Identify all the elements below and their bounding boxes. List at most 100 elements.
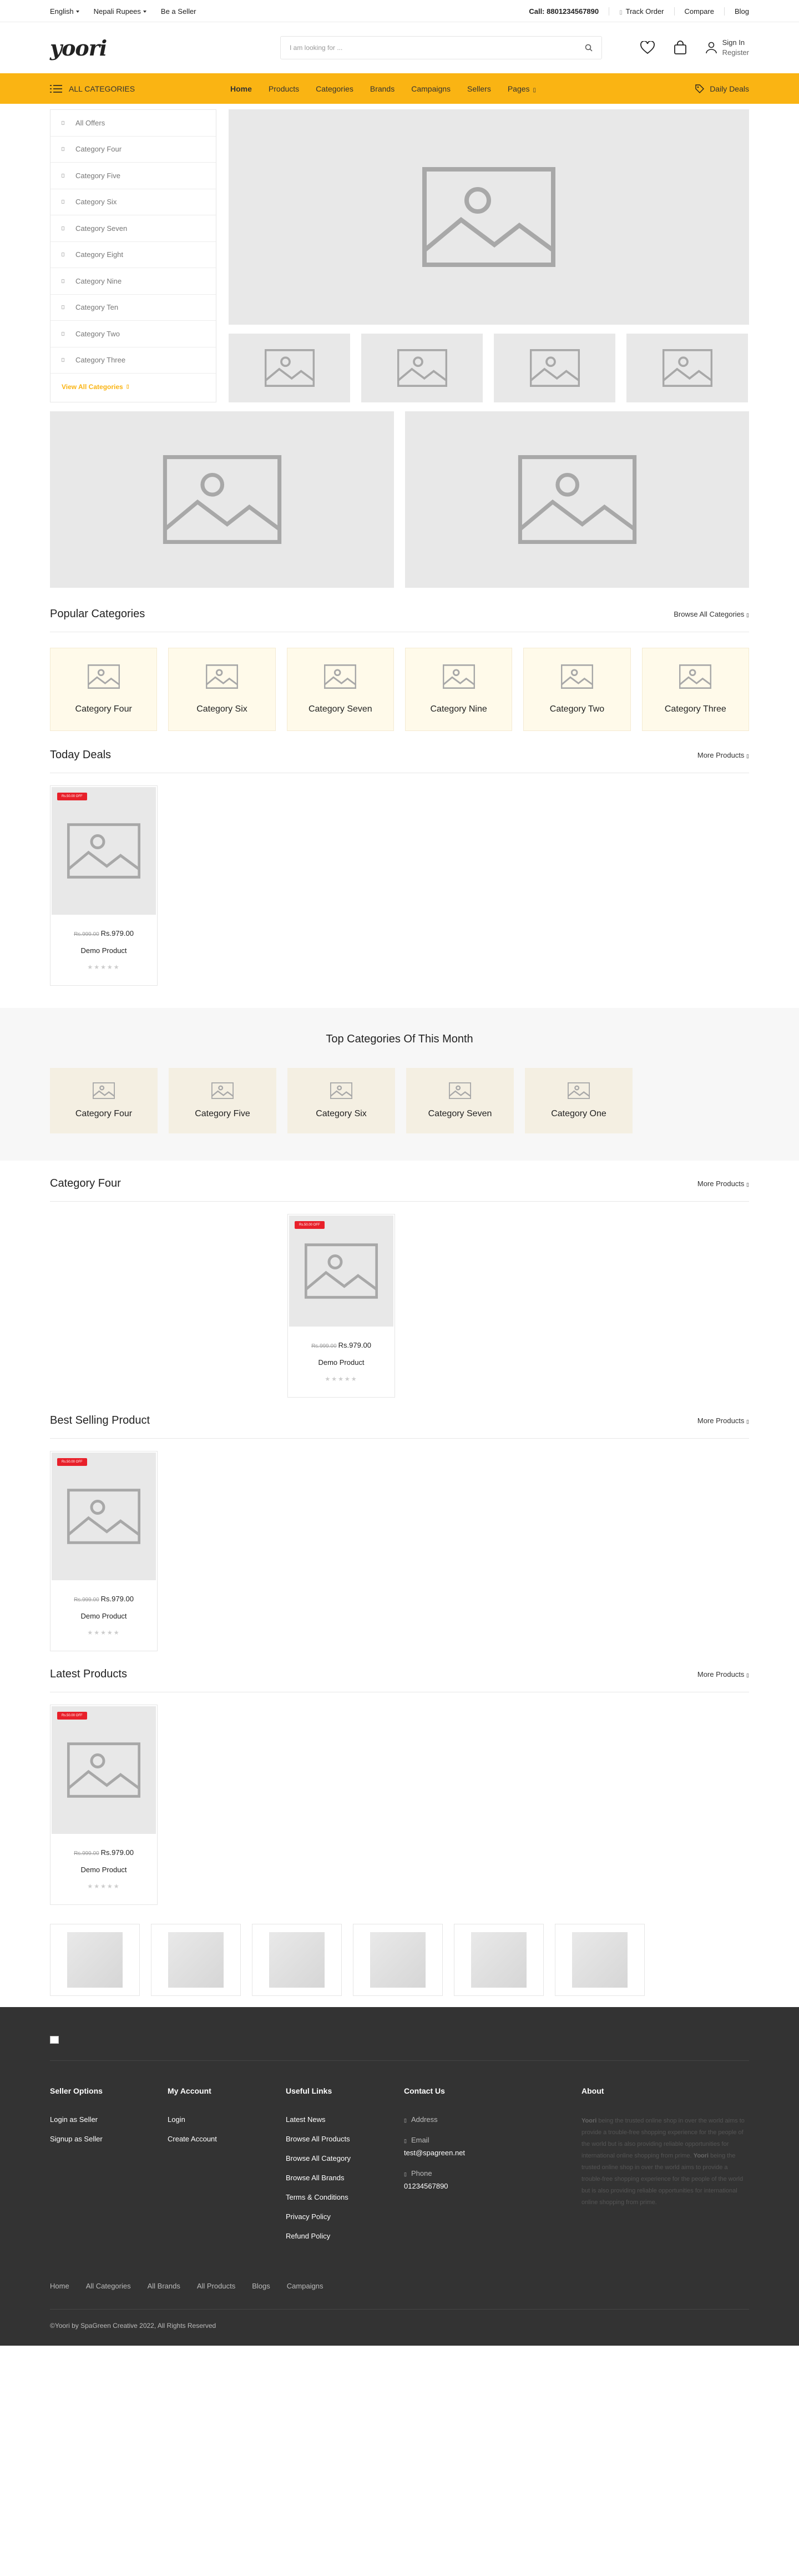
more-products-link[interactable]: More Products ▯ <box>697 1670 749 1678</box>
category-card[interactable]: Category Two <box>523 648 631 731</box>
copyright-text: ©Yoori by SpaGreen Creative 2022, All Ri… <box>50 2309 749 2330</box>
sidebar-item-category-nine[interactable]: Category Nine <box>50 268 216 295</box>
hero-slider-image[interactable] <box>229 109 749 325</box>
brand-logo[interactable] <box>555 1924 645 1996</box>
footer-nav-campaigns[interactable]: Campaigns <box>287 2282 323 2290</box>
footer-link[interactable]: Refund Policy <box>286 2232 404 2240</box>
currency-select[interactable]: Nepali Rupees <box>94 7 146 16</box>
sidebar-item-category-ten[interactable]: Category Ten <box>50 295 216 321</box>
category-card[interactable]: Category Seven <box>286 648 394 731</box>
brand-logo[interactable] <box>353 1924 443 1996</box>
site-logo[interactable]: yoori <box>50 36 227 61</box>
footer-nav-all-products[interactable]: All Products <box>197 2282 235 2290</box>
sidebar-item-all-offers[interactable]: All Offers <box>50 110 216 137</box>
sidebar-item-category-four[interactable]: Category Four <box>50 137 216 163</box>
product-name[interactable]: Demo Product <box>52 1866 156 1874</box>
search-input[interactable]: I am looking for ... <box>280 36 602 59</box>
footer-link[interactable]: Latest News <box>286 2115 404 2124</box>
nav-products[interactable]: Products <box>269 84 299 93</box>
top-category-card[interactable]: Category One <box>525 1068 633 1133</box>
footer-link[interactable]: Login <box>168 2115 286 2124</box>
language-select[interactable]: English <box>50 7 79 16</box>
register-link[interactable]: Register <box>722 48 749 58</box>
product-image[interactable]: Rs.50.00 OFF <box>52 787 156 915</box>
footer-nav-all-categories[interactable]: All Categories <box>86 2282 131 2290</box>
hero-thumbnail[interactable] <box>361 334 483 402</box>
promo-banner[interactable] <box>50 411 394 588</box>
product-name[interactable]: Demo Product <box>52 1612 156 1620</box>
nav-pages[interactable]: Pages ▯ <box>508 84 536 93</box>
footer-nav-home[interactable]: Home <box>50 2282 69 2290</box>
category-card[interactable]: Category Four <box>50 648 158 731</box>
sidebar-item-category-five[interactable]: Category Five <box>50 163 216 189</box>
all-categories-toggle[interactable]: ALL CATEGORIES <box>50 84 227 93</box>
footer-link[interactable]: Browse All Brands <box>286 2174 404 2182</box>
menu-list-icon <box>50 84 62 93</box>
sidebar-item-category-eight[interactable]: Category Eight <box>50 242 216 268</box>
product-name[interactable]: Demo Product <box>52 946 156 955</box>
footer-link[interactable]: Privacy Policy <box>286 2212 404 2221</box>
footer-nav-all-brands[interactable]: All Brands <box>148 2282 180 2290</box>
product-image[interactable]: Rs.50.00 OFF <box>289 1216 393 1327</box>
sign-in-link[interactable]: Sign In <box>722 38 749 48</box>
nav-home[interactable]: Home <box>230 84 252 93</box>
wishlist-heart-icon[interactable] <box>640 41 655 54</box>
brand-logo[interactable] <box>252 1924 342 1996</box>
category-card[interactable]: Category Three <box>641 648 749 731</box>
product-name[interactable]: Demo Product <box>289 1358 393 1367</box>
footer-link[interactable]: Create Account <box>168 2135 286 2143</box>
footer-link[interactable]: Browse All Category <box>286 2154 404 2162</box>
sidebar-item-category-six[interactable]: Category Six <box>50 189 216 215</box>
promo-banner[interactable] <box>405 411 749 588</box>
product-image[interactable]: Rs.50.00 OFF <box>52 1453 156 1580</box>
phone-value[interactable]: 01234567890 <box>404 2182 581 2190</box>
product-image[interactable]: Rs.50.00 OFF <box>52 1706 156 1834</box>
hero-thumbnail[interactable] <box>494 334 615 402</box>
hero-thumbnail[interactable] <box>626 334 748 402</box>
category-icon <box>62 279 64 283</box>
top-category-card[interactable]: Category Four <box>50 1068 158 1133</box>
hero-thumbnail[interactable] <box>229 334 350 402</box>
current-price: Rs.979.00 <box>100 1848 134 1857</box>
more-products-link[interactable]: More Products ▯ <box>697 751 749 759</box>
browse-all-categories-link[interactable]: Browse All Categories ▯ <box>674 610 749 618</box>
footer-link[interactable]: Login as Seller <box>50 2115 168 2124</box>
brand-logo[interactable] <box>454 1924 544 1996</box>
category-card[interactable]: Category Six <box>168 648 276 731</box>
sidebar-item-category-seven[interactable]: Category Seven <box>50 215 216 242</box>
nav-sellers[interactable]: Sellers <box>467 84 491 93</box>
nav-brands[interactable]: Brands <box>370 84 395 93</box>
more-products-label: More Products <box>697 1179 745 1188</box>
category-card[interactable]: Category Nine <box>404 648 513 731</box>
compare-link[interactable]: Compare <box>674 7 724 16</box>
email-value[interactable]: test@spagreen.net <box>404 2149 581 2157</box>
footer-nav-blogs[interactable]: Blogs <box>252 2282 270 2290</box>
footer-link[interactable]: Signup as Seller <box>50 2135 168 2143</box>
nav-categories[interactable]: Categories <box>316 84 353 93</box>
sidebar-item-category-three[interactable]: Category Three <box>50 347 216 374</box>
track-order-link[interactable]: ▯ Track Order <box>609 7 674 16</box>
product-card[interactable]: Rs.50.00 OFF Rs.999.00 Rs.979.00 Demo Pro… <box>287 1214 395 1398</box>
footer-link[interactable]: Browse All Products <box>286 2135 404 2143</box>
brand-logo[interactable] <box>151 1924 241 1996</box>
brand-logo[interactable] <box>50 1924 140 1996</box>
cart-bag-icon[interactable] <box>674 41 687 55</box>
more-products-link[interactable]: More Products ▯ <box>697 1416 749 1425</box>
daily-deals-link[interactable]: Daily Deals <box>695 84 749 93</box>
nav-campaigns[interactable]: Campaigns <box>411 84 451 93</box>
sidebar-item-category-two[interactable]: Category Two <box>50 321 216 347</box>
search-icon[interactable] <box>585 44 593 52</box>
account-menu[interactable]: Sign In Register <box>705 38 749 58</box>
product-card[interactable]: Rs.50.00 OFF Rs.999.00 Rs.979.00 Demo Pro… <box>50 1705 158 1905</box>
more-products-link[interactable]: More Products ▯ <box>697 1179 749 1188</box>
footer-link[interactable]: Terms & Conditions <box>286 2193 404 2201</box>
be-seller-link[interactable]: Be a Seller <box>161 7 196 16</box>
top-category-card[interactable]: Category Seven <box>406 1068 514 1133</box>
footer-heading: About <box>581 2086 604 2095</box>
blog-link[interactable]: Blog <box>724 7 749 16</box>
product-card[interactable]: Rs.50.00 OFF Rs.999.00 Rs.979.00 Demo Pro… <box>50 785 158 986</box>
top-category-card[interactable]: Category Six <box>287 1068 395 1133</box>
top-category-card[interactable]: Category Five <box>169 1068 276 1133</box>
view-all-categories-link[interactable]: View All Categories ▯ <box>50 374 216 400</box>
product-card[interactable]: Rs.50.00 OFF Rs.999.00 Rs.979.00 Demo Pro… <box>50 1451 158 1651</box>
